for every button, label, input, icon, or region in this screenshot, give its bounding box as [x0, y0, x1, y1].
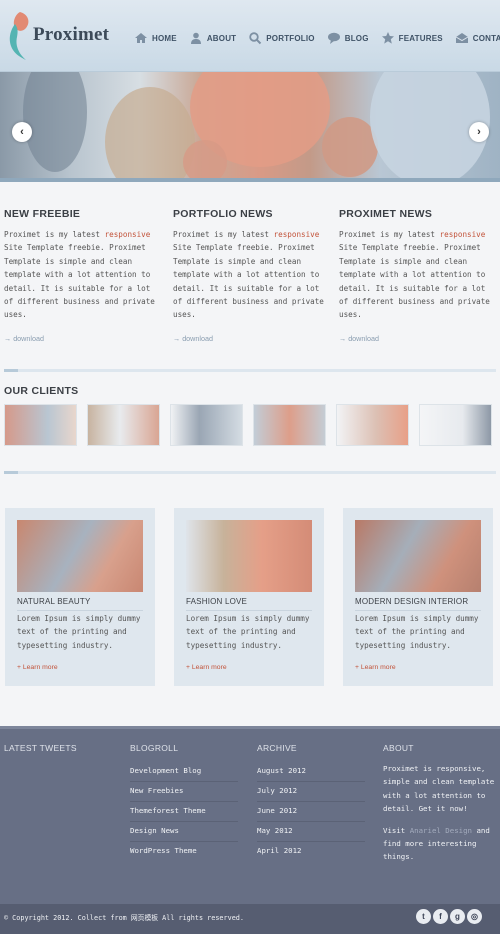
learn-more-link[interactable]: + Learn more	[355, 664, 396, 671]
blogroll-link[interactable]: WordPress Theme	[130, 842, 238, 861]
blogroll-link[interactable]: New Freebies	[130, 782, 238, 802]
archive-link[interactable]: June 2012	[257, 802, 365, 822]
section-divider	[4, 369, 496, 372]
main-nav: HOME ABOUT PORTFOLIO BLOG FEATURES CONTA…	[134, 28, 500, 48]
nav-portfolio[interactable]: PORTFOLIO	[248, 28, 315, 48]
blogroll-link[interactable]: Themeforest Theme	[130, 802, 238, 822]
nav-home[interactable]: HOME	[134, 28, 177, 48]
nav-features[interactable]: FEATURES	[381, 28, 443, 48]
column-title: PROXIMET NEWS	[339, 208, 433, 220]
card-text: Lorem Ipsum is simply dummy text of the …	[17, 614, 141, 650]
chat-bubble-icon	[327, 32, 340, 44]
footer-blogroll: BLOGROLL Development Blog New Freebies T…	[130, 743, 238, 861]
about-visit: Visit Anariel Design and find more inter…	[383, 825, 490, 862]
nav-home-label: HOME	[152, 33, 177, 43]
slider-next-button[interactable]: ›	[469, 122, 489, 142]
brand-name: Proximet	[33, 24, 110, 45]
blogroll-link[interactable]: Development Blog	[130, 762, 238, 782]
hero-slider[interactable]	[0, 72, 500, 182]
slider-prev-button[interactable]: ‹	[12, 122, 32, 142]
archive-link[interactable]: May 2012	[257, 822, 365, 842]
about-text: Proximet is responsive, simple and clean…	[383, 764, 495, 814]
column-text: Proximet is my latest responsive Site Te…	[173, 230, 324, 320]
logo[interactable]: Proximet	[6, 8, 116, 62]
slider-bottom-bar	[0, 178, 500, 182]
clients-title: OUR CLIENTS	[4, 385, 79, 397]
nav-about[interactable]: ABOUT	[189, 28, 236, 48]
archive-link[interactable]: August 2012	[257, 762, 365, 782]
footer-heading: ABOUT	[383, 743, 414, 753]
nav-portfolio-label: PORTFOLIO	[266, 33, 315, 43]
home-icon	[135, 33, 147, 43]
search-icon	[249, 32, 262, 45]
column-title: PORTFOLIO NEWS	[173, 208, 273, 220]
download-link[interactable]: → download	[173, 334, 325, 343]
nav-blog[interactable]: BLOG	[327, 28, 369, 48]
dribbble-icon[interactable]: ◎	[467, 909, 482, 924]
feature-card: NATURAL BEAUTY Lorem Ipsum is simply dum…	[5, 508, 155, 686]
card-title: NATURAL BEAUTY	[17, 597, 143, 611]
client-logo[interactable]	[336, 404, 409, 446]
nav-about-label: ABOUT	[206, 33, 237, 43]
card-image[interactable]	[17, 520, 143, 592]
column-title: NEW FREEBIE	[4, 208, 81, 220]
site-header: Proximet HOME ABOUT PORTFOLIO BLOG FEATU…	[0, 0, 500, 72]
card-image[interactable]	[186, 520, 312, 592]
card-title: FASHION LOVE	[186, 597, 312, 611]
card-title: MODERN DESIGN INTERIOR	[355, 597, 481, 611]
envelope-icon	[455, 33, 469, 43]
footer-heading: BLOGROLL	[130, 743, 179, 753]
feature-card: MODERN DESIGN INTERIOR Lorem Ipsum is si…	[343, 508, 493, 686]
card-text: Lorem Ipsum is simply dummy text of the …	[186, 614, 310, 650]
archive-link[interactable]: April 2012	[257, 842, 365, 861]
twitter-icon[interactable]: t	[416, 909, 431, 924]
column-portfolio-news: PORTFOLIO NEWS Proximet is my latest res…	[173, 208, 325, 343]
download-link[interactable]: → download	[339, 334, 491, 343]
column-text: Proximet is my latest responsive Site Te…	[339, 230, 490, 320]
hero-slide-image	[23, 72, 490, 182]
copyright-text: © Copyright 2012. Collect from 网页模板 All …	[4, 914, 244, 922]
google-plus-icon[interactable]: g	[450, 909, 465, 924]
client-logo[interactable]	[4, 404, 77, 446]
user-icon	[190, 32, 201, 44]
copyright-bar: © Copyright 2012. Collect from 网页模板 All …	[0, 904, 500, 934]
client-logo[interactable]	[419, 404, 492, 446]
card-text: Lorem Ipsum is simply dummy text of the …	[355, 614, 479, 650]
footer-tweets: LATEST TWEETS	[4, 743, 77, 762]
client-logo[interactable]	[253, 404, 326, 446]
learn-more-link[interactable]: + Learn more	[186, 664, 227, 671]
footer-heading: ARCHIVE	[257, 743, 297, 753]
archive-link[interactable]: July 2012	[257, 782, 365, 802]
column-text: Proximet is my latest responsive Site Te…	[4, 230, 155, 320]
footer-about: ABOUT Proximet is responsive, simple and…	[383, 743, 495, 864]
nav-contact[interactable]: CONTACT	[455, 28, 500, 48]
nav-blog-label: BLOG	[344, 33, 369, 43]
feature-card: FASHION LOVE Lorem Ipsum is simply dummy…	[174, 508, 324, 686]
footer-heading: LATEST TWEETS	[4, 743, 77, 753]
footer-archive: ARCHIVE August 2012 July 2012 June 2012 …	[257, 743, 365, 861]
site-footer: LATEST TWEETS BLOGROLL Development Blog …	[0, 726, 500, 904]
facebook-icon[interactable]: f	[433, 909, 448, 924]
star-icon	[381, 32, 394, 44]
anariel-design-link[interactable]: Anariel Design	[410, 826, 472, 835]
blogroll-link[interactable]: Design News	[130, 822, 238, 842]
client-logo[interactable]	[87, 404, 160, 446]
logo-drop-icon	[9, 12, 29, 60]
card-image[interactable]	[355, 520, 481, 592]
client-logo[interactable]	[170, 404, 243, 446]
nav-contact-label: CONTACT	[472, 33, 500, 43]
column-proximet-news: PROXIMET NEWS Proximet is my latest resp…	[339, 208, 491, 343]
nav-features-label: FEATURES	[398, 33, 443, 43]
download-link[interactable]: → download	[4, 334, 156, 343]
column-new-freebie: NEW FREEBIE Proximet is my latest respon…	[4, 208, 156, 343]
section-divider	[4, 471, 496, 474]
learn-more-link[interactable]: + Learn more	[17, 664, 58, 671]
